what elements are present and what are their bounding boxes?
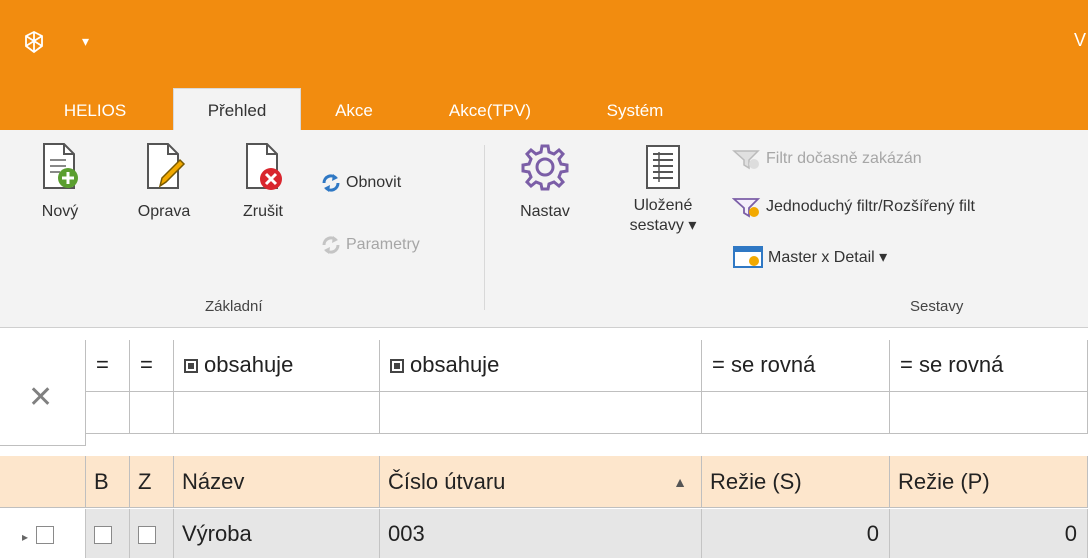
- filter-op-cislo-label: obsahuje: [410, 352, 500, 377]
- ulozene-label-1: Uložené: [633, 197, 693, 214]
- delete-document-icon: [246, 143, 282, 190]
- header-indicator: [0, 456, 86, 508]
- helios-logo-icon: [25, 30, 43, 54]
- row-expand-icon[interactable]: ▸: [22, 530, 28, 544]
- window-title: V: [1073, 30, 1086, 50]
- filter-op-rezie-p[interactable]: = se rovná: [890, 340, 1088, 392]
- filter-op-cislo[interactable]: obsahuje: [380, 340, 702, 392]
- zrusit-button[interactable]: Zrušit: [230, 142, 296, 222]
- cell-rezie-s[interactable]: 0: [702, 509, 890, 558]
- tab-akce-tpv[interactable]: Akce(TPV): [420, 92, 560, 130]
- filter-op-nazev-label: obsahuje: [204, 352, 294, 377]
- column-header-z[interactable]: Z: [130, 456, 174, 508]
- novy-label: Nový: [41, 203, 79, 220]
- contains-icon: [390, 359, 404, 373]
- column-header-cislo-label: Číslo útvaru: [388, 469, 506, 494]
- cell-cislo-utvaru[interactable]: 003: [380, 509, 702, 558]
- clear-filter-icon[interactable]: ✕: [28, 380, 53, 415]
- tab-system[interactable]: Systém: [585, 92, 685, 130]
- gear-icon: [521, 144, 569, 191]
- nastav-label: Nastav: [520, 203, 570, 220]
- group-label-zakladni: Základní: [205, 298, 263, 315]
- obnovit-button[interactable]: Obnovit: [320, 172, 401, 194]
- filter-value-b[interactable]: [86, 392, 130, 434]
- group-label-sestavy: Sestavy: [910, 298, 964, 315]
- new-document-icon: [43, 143, 78, 189]
- cell-nazev[interactable]: Výroba: [174, 509, 380, 558]
- tab-prehled[interactable]: Přehled: [173, 88, 301, 130]
- column-header-nazev[interactable]: Název: [174, 456, 380, 508]
- filter-disabled-icon: [732, 150, 760, 170]
- filtr-zakazan-button[interactable]: Filtr dočasně zakázán: [732, 148, 922, 170]
- refresh-disabled-icon: [322, 236, 340, 254]
- cell-rezie-p[interactable]: 0: [890, 509, 1088, 558]
- sort-ascending-icon: ▲: [673, 474, 687, 490]
- tab-helios[interactable]: HELIOS: [50, 92, 140, 130]
- filter-value-z[interactable]: [130, 392, 174, 434]
- novy-button[interactable]: Nový: [32, 142, 88, 222]
- title-bar: ▾ V: [0, 0, 1088, 92]
- tab-akce[interactable]: Akce: [318, 92, 390, 130]
- zrusit-label: Zrušit: [243, 203, 283, 220]
- parametry-button[interactable]: Parametry: [320, 234, 420, 256]
- checkbox-z[interactable]: [138, 526, 156, 545]
- filter-value-nazev[interactable]: [174, 392, 380, 434]
- filtr-zakazan-label: Filtr dočasně zakázán: [766, 150, 922, 167]
- contains-icon: [184, 359, 198, 373]
- filter-value-rezie-s[interactable]: [702, 392, 890, 434]
- column-header-rezie-s[interactable]: Režie (S): [702, 456, 890, 508]
- master-detail-button[interactable]: Master x Detail ▾: [732, 245, 887, 269]
- filter-op-b[interactable]: =: [86, 340, 130, 392]
- cell-z[interactable]: [130, 509, 174, 558]
- filter-op-rezie-s[interactable]: = se rovná: [702, 340, 890, 392]
- master-detail-icon: [733, 246, 763, 268]
- group-separator: [484, 145, 485, 310]
- ribbon-tabs: HELIOS Přehled Akce Akce(TPV) Systém: [0, 88, 1088, 130]
- row-selector[interactable]: ▸: [0, 509, 86, 558]
- column-header-b[interactable]: B: [86, 456, 130, 508]
- filter-value-rezie-p[interactable]: [890, 392, 1088, 434]
- cell-b[interactable]: [86, 509, 130, 558]
- column-header-cislo-utvaru[interactable]: Číslo útvaru ▲: [380, 456, 702, 508]
- obnovit-label: Obnovit: [346, 174, 402, 191]
- filter-op-nazev[interactable]: obsahuje: [174, 340, 380, 392]
- jednoduchy-filtr-label: Jednoduchý filtr/Rozšířený filt: [766, 198, 975, 215]
- ulozene-sestavy-button[interactable]: Uložené sestavy ▾: [608, 142, 718, 236]
- checkbox-b[interactable]: [94, 526, 112, 545]
- report-list-icon: [646, 145, 680, 189]
- row-select-checkbox[interactable]: [36, 526, 55, 545]
- master-detail-label: Master x Detail ▾: [768, 249, 888, 266]
- filter-icon: [732, 198, 761, 218]
- oprava-label: Oprava: [137, 203, 191, 220]
- jednoduchy-filtr-button[interactable]: Jednoduchý filtr/Rozšířený filt: [732, 196, 975, 218]
- parametry-label: Parametry: [346, 236, 420, 253]
- filter-value-cislo[interactable]: [380, 392, 702, 434]
- oprava-button[interactable]: Oprava: [124, 142, 204, 222]
- quick-access-dropdown[interactable]: ▾: [82, 33, 89, 50]
- refresh-icon: [322, 174, 340, 192]
- ulozene-label-2: sestavy ▾: [629, 217, 697, 234]
- edit-document-icon: [147, 143, 186, 189]
- nastav-button[interactable]: Nastav: [510, 142, 580, 222]
- filter-op-z[interactable]: =: [130, 340, 174, 392]
- column-header-rezie-p[interactable]: Režie (P): [890, 456, 1088, 508]
